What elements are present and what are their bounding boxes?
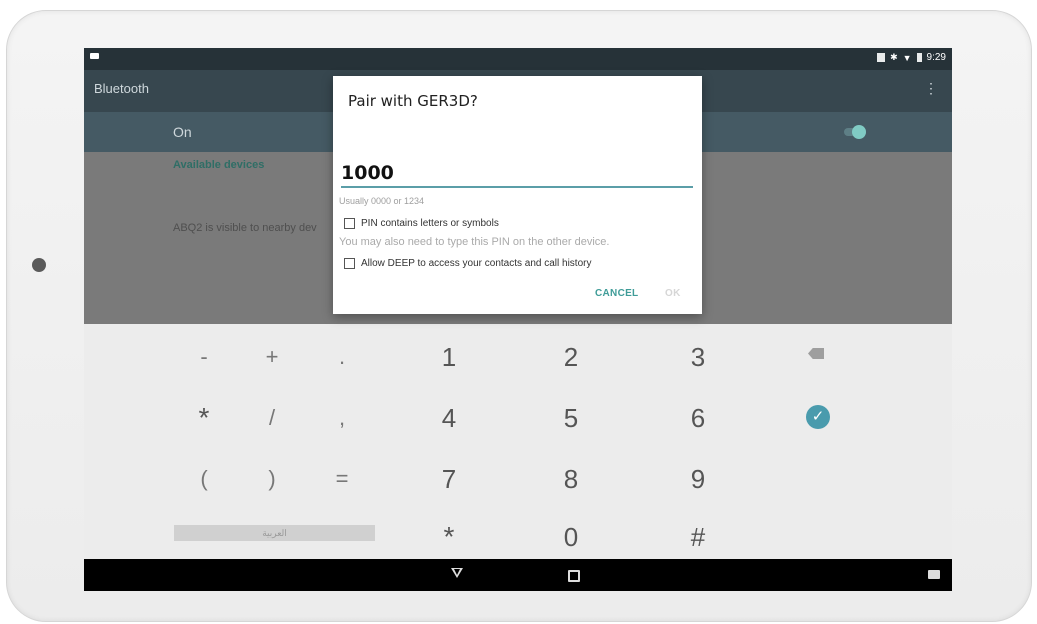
pin-letters-label: PIN contains letters or symbols [361, 218, 499, 229]
allow-contacts-option[interactable]: Allow DEEP to access your contacts and c… [344, 258, 591, 269]
overflow-menu-icon[interactable]: ⋮ [924, 80, 938, 97]
numeric-keyboard: - + . 1 2 3 * / , 4 5 6 ✓ ( ) = 7 8 9 ال… [84, 324, 952, 559]
key-9[interactable]: 9 [668, 464, 728, 494]
done-check-icon[interactable]: ✓ [806, 405, 830, 429]
key-7[interactable]: 7 [419, 464, 479, 494]
language-switch-key[interactable]: العربية [174, 525, 375, 541]
page-title: Bluetooth [94, 81, 149, 96]
pair-dialog: Pair with GER3D? Usually 0000 or 1234 PI… [333, 76, 702, 314]
key-4[interactable]: 4 [419, 403, 479, 433]
status-bar: ✱ ▼ 9:29 [84, 48, 952, 70]
available-devices-header: Available devices [173, 159, 265, 171]
pin-input[interactable] [341, 160, 693, 188]
home-icon[interactable] [568, 570, 580, 582]
visibility-text: ABQ2 is visible to nearby dev [173, 222, 317, 234]
status-time: 9:29 [926, 52, 946, 63]
battery-icon [916, 53, 922, 62]
tablet-screen: ✱ ▼ 9:29 Bluetooth ⋮ On Available device… [84, 48, 952, 591]
video-notification-icon [90, 53, 99, 59]
pin-letters-option[interactable]: PIN contains letters or symbols [344, 218, 499, 229]
backspace-icon[interactable] [808, 348, 824, 359]
key-hash[interactable]: # [668, 522, 728, 552]
key-slash[interactable]: / [242, 403, 302, 433]
cancel-button[interactable]: CANCEL [595, 288, 638, 299]
key-asterisk[interactable]: * [174, 403, 234, 433]
navigation-bar [84, 559, 952, 591]
bluetooth-toggle[interactable] [844, 125, 866, 139]
key-period[interactable]: . [312, 342, 372, 372]
key-1[interactable]: 1 [419, 342, 479, 372]
key-5[interactable]: 5 [541, 403, 601, 433]
allow-contacts-label: Allow DEEP to access your contacts and c… [361, 258, 592, 269]
dialog-title: Pair with GER3D? [348, 92, 478, 110]
pin-info-text: You may also need to type this PIN on th… [339, 236, 610, 248]
key-close-paren[interactable]: ) [242, 464, 302, 494]
ok-button[interactable]: OK [665, 288, 681, 299]
bluetooth-on-label: On [173, 124, 192, 140]
key-open-paren[interactable]: ( [174, 464, 234, 494]
allow-contacts-checkbox[interactable] [344, 258, 355, 269]
key-plus[interactable]: + [242, 342, 302, 372]
pin-hint: Usually 0000 or 1234 [339, 196, 425, 206]
key-asterisk-bottom[interactable]: * [419, 522, 479, 552]
key-comma[interactable]: , [312, 403, 372, 433]
key-8[interactable]: 8 [541, 464, 601, 494]
pin-letters-checkbox[interactable] [344, 218, 355, 229]
key-6[interactable]: 6 [668, 403, 728, 433]
bluetooth-icon: ✱ [890, 52, 898, 62]
keyboard-switch-icon[interactable] [928, 570, 940, 579]
key-minus[interactable]: - [174, 342, 234, 372]
wifi-icon: ▼ [902, 52, 912, 63]
key-3[interactable]: 3 [668, 342, 728, 372]
key-equals[interactable]: = [312, 464, 372, 494]
camera-icon [32, 258, 46, 272]
key-0[interactable]: 0 [541, 522, 601, 552]
nfc-icon [877, 53, 886, 62]
key-2[interactable]: 2 [541, 342, 601, 372]
